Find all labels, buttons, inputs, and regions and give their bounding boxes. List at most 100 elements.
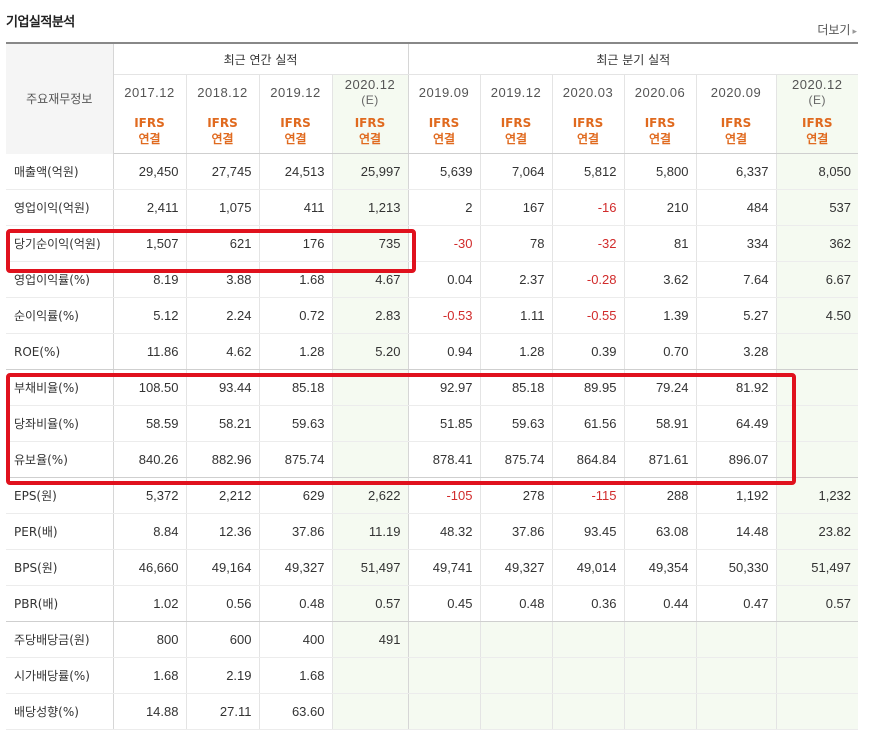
ifrs-tag: IFRS 연결: [408, 109, 481, 154]
table-cell: [480, 693, 553, 730]
table-cell: 7,064: [480, 153, 553, 190]
table-cell: 37.86: [259, 513, 333, 550]
table-cell: [408, 657, 481, 694]
table-cell: 1.68: [259, 657, 333, 694]
table-cell: -0.53: [408, 297, 481, 334]
table-cell: 59.63: [480, 405, 553, 442]
table-cell: 0.04: [408, 261, 481, 298]
period-header: 2020.12 (E): [776, 74, 859, 109]
row-label: 매출액(억원): [6, 153, 114, 190]
table-cell: 537: [776, 189, 859, 226]
table-cell: 37.86: [480, 513, 553, 550]
table-cell: 4.62: [186, 333, 260, 370]
table-cell: 0.47: [696, 585, 777, 622]
ifrs-tag: IFRS 연결: [776, 109, 859, 154]
table-cell: 411: [259, 189, 333, 226]
row-label: 영업이익률(%): [6, 261, 114, 298]
table-cell: 6.67: [776, 261, 859, 298]
ifrs-label: IFRS: [644, 116, 676, 130]
ifrs-tag: IFRS 연결: [696, 109, 777, 154]
table-cell: [552, 621, 625, 658]
table-cell: 0.56: [186, 585, 260, 622]
table-row: 영업이익(억원) 2,411 1,075 411 1,213 2 167 -16 210 484 5…: [6, 189, 859, 226]
table-cell: 6,337: [696, 153, 777, 190]
table-cell: 58.59: [113, 405, 187, 442]
table-cell: 0.39: [552, 333, 625, 370]
period-label: 2020.09: [710, 84, 762, 100]
table-cell: 49,354: [624, 549, 697, 586]
table-cell: 1.28: [259, 333, 333, 370]
ifrs-tag: IFRS 연결: [332, 109, 409, 154]
table-row: 당좌비율(%) 58.59 58.21 59.63 51.85 59.63 61.56 58.…: [6, 405, 859, 442]
table-row: 시가배당률(%) 1.68 2.19 1.68: [6, 657, 859, 694]
table-cell: -115: [552, 477, 625, 514]
table-cell: [776, 693, 859, 730]
table-cell: 78: [480, 225, 553, 262]
table-cell: 896.07: [696, 441, 777, 478]
row-label: EPS(원): [6, 477, 114, 514]
table-cell: 2.19: [186, 657, 260, 694]
row-label: BPS(원): [6, 549, 114, 586]
table-cell: 3.88: [186, 261, 260, 298]
table-cell: 49,014: [552, 549, 625, 586]
ifrs-label: IFRS: [801, 116, 833, 130]
table-cell: [624, 657, 697, 694]
table-cell: 2.24: [186, 297, 260, 334]
table-cell: 79.24: [624, 369, 697, 406]
table-cell: 81: [624, 225, 697, 262]
table-cell: 5.27: [696, 297, 777, 334]
table-cell: 2.37: [480, 261, 553, 298]
table-cell: 484: [696, 189, 777, 226]
ifrs-label: IFRS: [428, 116, 460, 130]
table-cell: 0.45: [408, 585, 481, 622]
table-cell: 14.48: [696, 513, 777, 550]
table-cell: 49,741: [408, 549, 481, 586]
table-cell: 362: [776, 225, 859, 262]
table-cell: [696, 693, 777, 730]
table-row: PBR(배) 1.02 0.56 0.48 0.57 0.45 0.48 0.36 0.44 0.…: [6, 585, 859, 622]
ifrs-label: IFRS: [720, 116, 752, 130]
row-label: 배당성향(%): [6, 693, 114, 730]
table-cell: 288: [624, 477, 697, 514]
table-cell: 735: [332, 225, 409, 262]
table-cell: 8.19: [113, 261, 187, 298]
consolidated-label: 연결: [576, 132, 600, 146]
row-label: 시가배당률(%): [6, 657, 114, 694]
table-cell: 1.11: [480, 297, 553, 334]
table-cell: 63.08: [624, 513, 697, 550]
table-cell: [696, 657, 777, 694]
table-cell: 878.41: [408, 441, 481, 478]
row-label: PBR(배): [6, 585, 114, 622]
more-link[interactable]: 더보기 ▸: [817, 21, 857, 38]
table-cell: 85.18: [480, 369, 553, 406]
consolidated-label: 연결: [432, 132, 456, 146]
table-row: EPS(원) 5,372 2,212 629 2,622 -105 278 -115 288 1,…: [6, 477, 859, 514]
table-cell: 11.19: [332, 513, 409, 550]
table-cell: 875.74: [259, 441, 333, 478]
table-cell: 29,450: [113, 153, 187, 190]
table-cell: 2,411: [113, 189, 187, 226]
ifrs-tag: IFRS 연결: [552, 109, 625, 154]
table-cell: 1,075: [186, 189, 260, 226]
table-cell: 1,232: [776, 477, 859, 514]
table-cell: -30: [408, 225, 481, 262]
ifrs-label: IFRS: [572, 116, 604, 130]
table-cell: 49,327: [259, 549, 333, 586]
table-cell: 871.61: [624, 441, 697, 478]
period-header: 2020.06: [624, 74, 697, 109]
table-cell: 108.50: [113, 369, 187, 406]
table-cell: 1.39: [624, 297, 697, 334]
table-cell: 27.11: [186, 693, 260, 730]
ifrs-tag: IFRS 연결: [259, 109, 333, 154]
table-cell: 89.95: [552, 369, 625, 406]
table-cell: 3.62: [624, 261, 697, 298]
row-label: 당기순이익(억원): [6, 225, 114, 262]
table-cell: 2,622: [332, 477, 409, 514]
table-cell: 51.85: [408, 405, 481, 442]
ifrs-label: IFRS: [280, 116, 311, 130]
table-cell: 0.36: [552, 585, 625, 622]
more-link-label: 더보기: [817, 23, 851, 37]
table-cell: [776, 369, 859, 406]
table-cell: [776, 657, 859, 694]
table-cell: [408, 693, 481, 730]
